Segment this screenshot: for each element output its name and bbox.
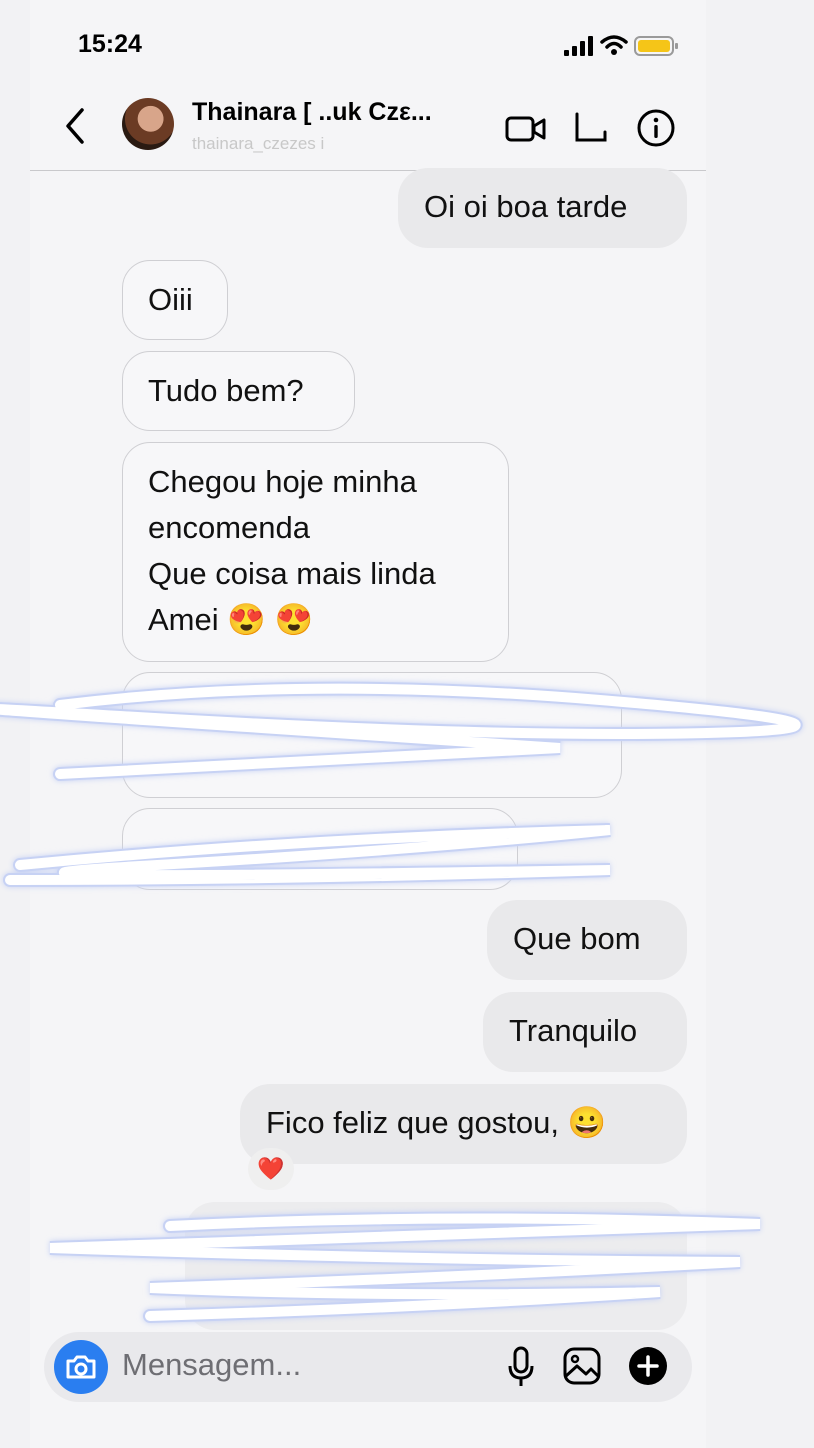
message-text: Fico feliz que gostou, 😀 <box>266 1105 607 1140</box>
wifi-icon <box>600 35 628 55</box>
message-incoming[interactable]: Tudo bem? <box>122 351 355 431</box>
message-outgoing[interactable]: Tranquilo <box>483 992 687 1072</box>
message-outgoing[interactable]: Fico feliz que gostou, 😀 <box>240 1084 687 1164</box>
message-outgoing[interactable]: Oi oi boa tarde <box>398 168 687 248</box>
video-call-icon[interactable] <box>504 108 548 148</box>
info-icon[interactable] <box>636 108 676 148</box>
message-outgoing[interactable]: Que bom <box>487 900 687 980</box>
message-composer: Mensagem... <box>44 1332 692 1402</box>
battery-icon <box>634 36 678 56</box>
message-line: encomenda <box>148 510 311 545</box>
cellular-signal-icon <box>564 36 593 56</box>
phone-call-icon[interactable] <box>572 108 608 148</box>
contact-name[interactable]: Thainara [ ..uk Czε... <box>192 98 492 127</box>
chat-header: Thainara [ ..uk Czε... thainara_czezes i <box>30 90 706 171</box>
heart-reaction[interactable]: ❤️ <box>248 1148 294 1190</box>
message-text: Tranquilo <box>509 1013 638 1048</box>
message-incoming[interactable]: Oiii <box>122 260 228 340</box>
plus-icon[interactable] <box>628 1346 668 1386</box>
message-incoming-redacted[interactable] <box>122 808 518 890</box>
gallery-icon[interactable] <box>562 1346 602 1386</box>
message-text: Oiii <box>148 282 193 317</box>
message-text: Oi oi boa tarde <box>424 189 628 224</box>
message-incoming[interactable]: Chegou hoje minha encomenda Que coisa ma… <box>122 442 509 662</box>
message-text: Tudo bem? <box>148 373 304 408</box>
camera-button[interactable] <box>54 1340 108 1394</box>
microphone-icon[interactable] <box>506 1346 536 1388</box>
back-chevron-icon[interactable] <box>60 106 90 146</box>
message-input[interactable]: Mensagem... <box>122 1347 301 1383</box>
message-outgoing-redacted[interactable] <box>185 1202 687 1330</box>
message-line: Chegou hoje minha <box>148 464 417 499</box>
avatar[interactable] <box>122 98 174 150</box>
status-bar: 15:24 <box>0 0 814 90</box>
message-line: Que coisa mais linda <box>148 556 436 591</box>
contact-handle: thainara_czezes i <box>192 134 325 153</box>
message-text: Que bom <box>513 921 641 956</box>
status-time: 15:24 <box>78 30 142 58</box>
message-line: Amei 😍 😍 <box>148 602 314 637</box>
camera-icon <box>66 1355 96 1379</box>
message-incoming-redacted[interactable] <box>122 672 622 798</box>
